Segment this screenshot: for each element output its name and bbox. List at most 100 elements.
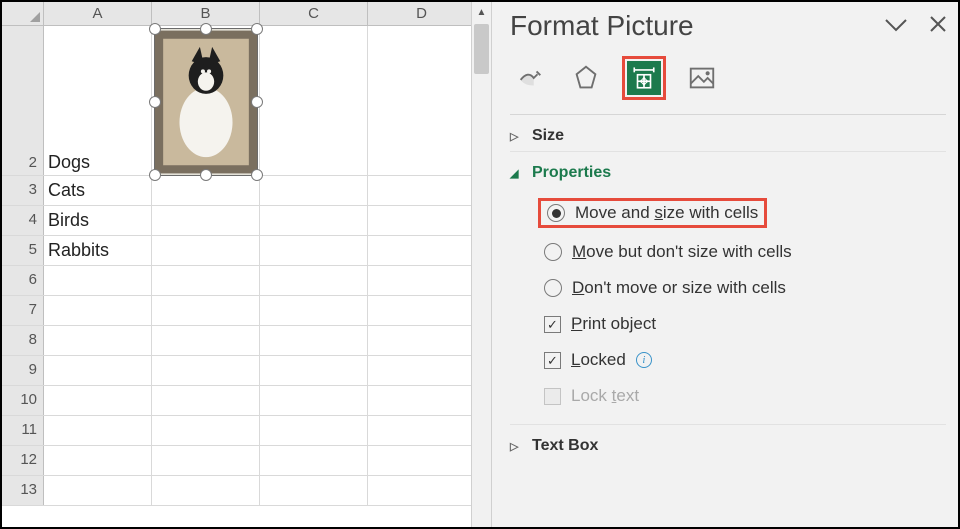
cell[interactable] (368, 386, 476, 415)
cell[interactable] (368, 476, 476, 505)
cell[interactable] (368, 266, 476, 295)
cell-value: Dogs (48, 152, 90, 173)
cell[interactable] (260, 206, 368, 235)
cell[interactable] (260, 446, 368, 475)
cell[interactable] (44, 416, 152, 445)
cell[interactable] (260, 326, 368, 355)
radio-move-and-size[interactable]: Move and size with cells (544, 192, 946, 234)
option-label: Don't move or size with cells (572, 278, 786, 298)
checkbox-print-object[interactable]: ✓ Print object (544, 306, 946, 342)
resize-handle[interactable] (251, 169, 263, 181)
row-header[interactable]: 11 (2, 416, 44, 445)
checkbox-locked[interactable]: ✓ Locked i (544, 342, 946, 378)
row-header[interactable]: 4 (2, 206, 44, 235)
tab-fill-line[interactable] (510, 58, 550, 98)
radio-move-no-size[interactable]: Move but don't size with cells (544, 234, 946, 270)
select-all-corner[interactable] (2, 2, 44, 25)
cell[interactable] (260, 386, 368, 415)
cell[interactable] (152, 326, 260, 355)
close-pane-icon[interactable] (930, 15, 946, 38)
cell[interactable] (368, 296, 476, 325)
cell[interactable] (260, 236, 368, 265)
app-root: A B C D 2 Dogs 3 Cats 4 Bir (2, 2, 958, 527)
cell[interactable] (152, 416, 260, 445)
chevron-down-icon: ◢ (510, 167, 522, 180)
cell[interactable] (44, 266, 152, 295)
row-header[interactable]: 12 (2, 446, 44, 475)
cell[interactable]: Cats (44, 176, 152, 205)
cell[interactable] (152, 446, 260, 475)
cell[interactable] (368, 416, 476, 445)
cell[interactable] (260, 296, 368, 325)
resize-handle[interactable] (251, 96, 263, 108)
column-header[interactable]: B (152, 2, 260, 25)
cell[interactable]: Dogs (44, 26, 152, 175)
vertical-scrollbar[interactable]: ▲ (471, 2, 491, 527)
cell[interactable] (368, 356, 476, 385)
section-toggle-properties[interactable]: ◢ Properties (510, 164, 946, 182)
row-header[interactable]: 5 (2, 236, 44, 265)
info-icon[interactable]: i (636, 352, 652, 368)
cell[interactable] (260, 176, 368, 205)
cell[interactable] (260, 416, 368, 445)
checkbox-icon (544, 388, 561, 405)
cell[interactable] (44, 356, 152, 385)
tab-size-properties[interactable] (622, 56, 666, 100)
cell[interactable] (152, 476, 260, 505)
cell[interactable] (260, 266, 368, 295)
cell[interactable] (44, 386, 152, 415)
row-header[interactable]: 2 (2, 26, 44, 175)
collapse-pane-icon[interactable] (884, 15, 908, 38)
cell[interactable]: Birds (44, 206, 152, 235)
row-header[interactable]: 10 (2, 386, 44, 415)
cell[interactable] (368, 176, 476, 205)
tab-picture[interactable] (682, 58, 722, 98)
cell[interactable] (44, 446, 152, 475)
cell[interactable] (152, 386, 260, 415)
cell[interactable] (152, 206, 260, 235)
table-row: 3 Cats (2, 176, 491, 206)
cell[interactable] (260, 476, 368, 505)
embedded-picture[interactable] (154, 28, 258, 176)
resize-handle[interactable] (200, 169, 212, 181)
resize-handle[interactable] (149, 169, 161, 181)
cell[interactable] (260, 356, 368, 385)
cell[interactable] (152, 266, 260, 295)
row-header[interactable]: 9 (2, 356, 44, 385)
cell[interactable]: Rabbits (44, 236, 152, 265)
option-label: Locked (571, 350, 626, 370)
resize-handle[interactable] (149, 23, 161, 35)
row-header[interactable]: 8 (2, 326, 44, 355)
pane-header: Format Picture (510, 10, 946, 42)
resize-handle[interactable] (251, 23, 263, 35)
cell[interactable] (368, 326, 476, 355)
cell[interactable] (44, 476, 152, 505)
tab-effects[interactable] (566, 58, 606, 98)
cell[interactable] (44, 326, 152, 355)
column-header[interactable]: D (368, 2, 476, 25)
cell[interactable] (368, 26, 476, 175)
radio-icon (547, 204, 565, 222)
radio-dont-move[interactable]: Don't move or size with cells (544, 270, 946, 306)
cell[interactable] (368, 236, 476, 265)
scroll-thumb[interactable] (474, 24, 489, 74)
column-header[interactable]: A (44, 2, 152, 25)
cell[interactable] (152, 236, 260, 265)
cell-value: Cats (48, 180, 85, 201)
row-header[interactable]: 13 (2, 476, 44, 505)
cell[interactable] (44, 296, 152, 325)
section-toggle-size[interactable]: ▷ Size (510, 127, 946, 145)
cell[interactable] (368, 446, 476, 475)
resize-handle[interactable] (200, 23, 212, 35)
cell[interactable] (152, 296, 260, 325)
scroll-up-icon[interactable]: ▲ (472, 2, 491, 22)
column-header[interactable]: C (260, 2, 368, 25)
row-header[interactable]: 6 (2, 266, 44, 295)
row-header[interactable]: 7 (2, 296, 44, 325)
cell[interactable] (152, 356, 260, 385)
row-header[interactable]: 3 (2, 176, 44, 205)
resize-handle[interactable] (149, 96, 161, 108)
cell[interactable] (368, 206, 476, 235)
cell[interactable] (260, 26, 368, 175)
section-toggle-textbox[interactable]: ▷ Text Box (510, 437, 946, 455)
